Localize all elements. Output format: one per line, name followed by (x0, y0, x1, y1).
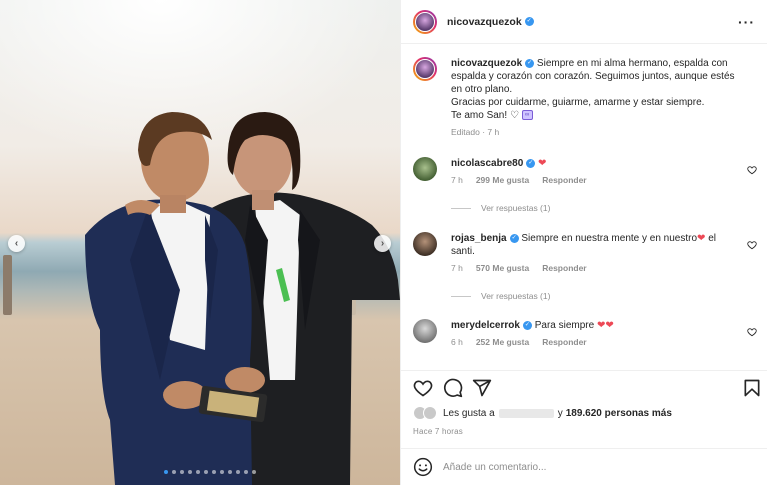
post-header: nicovazquezok ✓ ··· (401, 0, 767, 44)
carousel-dot (244, 470, 248, 474)
more-options-icon[interactable]: ··· (738, 14, 755, 30)
red-heart-emoji: ❤ (697, 233, 706, 244)
comment-time[interactable]: 6 h (451, 336, 463, 349)
infinity-emoji: ∞ (521, 110, 533, 121)
verified-badge-icon: ✓ (526, 158, 536, 168)
verified-badge-icon: ✓ (522, 320, 532, 330)
photo-people-illustration (85, 112, 400, 485)
comment-likes[interactable]: 570 Me gusta (476, 262, 529, 275)
view-replies-button[interactable]: Ver respuestas (1) (451, 291, 550, 301)
blurred-username[interactable] (498, 408, 554, 418)
carousel-dot (172, 470, 176, 474)
comment-likes[interactable]: 252 Me gusta (476, 336, 529, 349)
post-side-panel: nicovazquezok ✓ ··· nicovazquezok ✓ Siemp… (400, 0, 767, 485)
comments-list[interactable]: nicovazquezok ✓ Siempre en mi alma herman… (401, 45, 767, 370)
reply-button[interactable]: Responder (542, 174, 586, 187)
add-comment-bar (401, 448, 767, 485)
carousel-dot (212, 470, 216, 474)
post-photo[interactable]: ‹ › (0, 0, 400, 485)
caption-username[interactable]: nicovazquezok (451, 58, 522, 69)
carousel-dot (188, 470, 192, 474)
avatar[interactable] (413, 319, 437, 343)
action-bar (401, 370, 767, 406)
reply-button[interactable]: Responder (542, 262, 586, 275)
avatar[interactable] (413, 157, 437, 181)
comment-icon[interactable] (443, 378, 463, 398)
likes-count[interactable]: 189.620 personas más (566, 408, 672, 419)
comment: rojas_benja ✓ Siempre en nuestra mente y … (413, 232, 763, 275)
carousel-dot (236, 470, 240, 474)
chevron-left-icon[interactable]: ‹ (8, 235, 25, 252)
avatar (423, 406, 437, 420)
comment-username[interactable]: rojas_benja (451, 233, 507, 244)
comment: nicolascabre80 ✓ ❤ 7 h 299 Me gusta Respo… (413, 157, 763, 187)
carousel-dot (228, 470, 232, 474)
avatar[interactable] (413, 232, 437, 256)
caption-text: Te amo San! (451, 110, 508, 121)
carousel-dot (180, 470, 184, 474)
white-heart-emoji: ♡ (509, 110, 519, 121)
carousel-dot (164, 470, 168, 474)
heart-icon[interactable] (413, 378, 433, 398)
comment-input[interactable] (443, 461, 743, 473)
verified-badge-icon: ✓ (509, 233, 519, 243)
reply-button[interactable]: Responder (542, 336, 586, 349)
instagram-post: ‹ › nicovazquezok ✓ ··· nicovazquezok ✓ … (0, 0, 767, 485)
comment-text: Para siempre (534, 320, 595, 331)
caption-text: Gracias por cuidarme, guiarme, amarme y … (451, 97, 705, 108)
red-heart-emoji: ❤ (538, 158, 547, 169)
carousel-dot (252, 470, 256, 474)
heart-icon[interactable] (747, 165, 757, 175)
share-icon[interactable] (472, 378, 492, 398)
comment-username[interactable]: merydelcerrok (451, 320, 520, 331)
post-timestamp[interactable]: Hace 7 horas (413, 427, 463, 436)
comment-text: Siempre en nuestra mente y en nuestro (521, 233, 698, 244)
heart-icon[interactable] (747, 327, 757, 337)
emoji-icon[interactable] (413, 457, 433, 477)
carousel-dot (220, 470, 224, 474)
view-replies-button[interactable]: Ver respuestas (1) (451, 203, 550, 213)
comment-username[interactable]: nicolascabre80 (451, 158, 523, 169)
carousel-dot (204, 470, 208, 474)
avatar[interactable] (413, 9, 437, 34)
verified-badge-icon: ✓ (525, 58, 535, 68)
comment: merydelcerrok ✓ Para siempre ❤❤ 6 h 252 M… (413, 319, 763, 349)
comment-likes[interactable]: 299 Me gusta (476, 174, 529, 187)
likes-summary[interactable]: Les gusta a y 189.620 personas más (413, 406, 672, 420)
caption: nicovazquezok ✓ Siempre en mi alma herman… (413, 57, 763, 139)
carousel-indicator (164, 470, 256, 474)
carousel-dot (196, 470, 200, 474)
avatar[interactable] (413, 57, 437, 81)
comment-time[interactable]: 7 h (451, 262, 463, 275)
red-heart-emoji: ❤❤ (596, 320, 614, 331)
verified-badge-icon: ✓ (524, 17, 534, 26)
bookmark-icon[interactable] (742, 378, 762, 398)
heart-icon[interactable] (747, 240, 757, 250)
chevron-right-icon[interactable]: › (374, 235, 391, 252)
author-username[interactable]: nicovazquezok (447, 16, 522, 28)
caption-edited: Editado · 7 h (451, 127, 500, 137)
comment-time[interactable]: 7 h (451, 174, 463, 187)
